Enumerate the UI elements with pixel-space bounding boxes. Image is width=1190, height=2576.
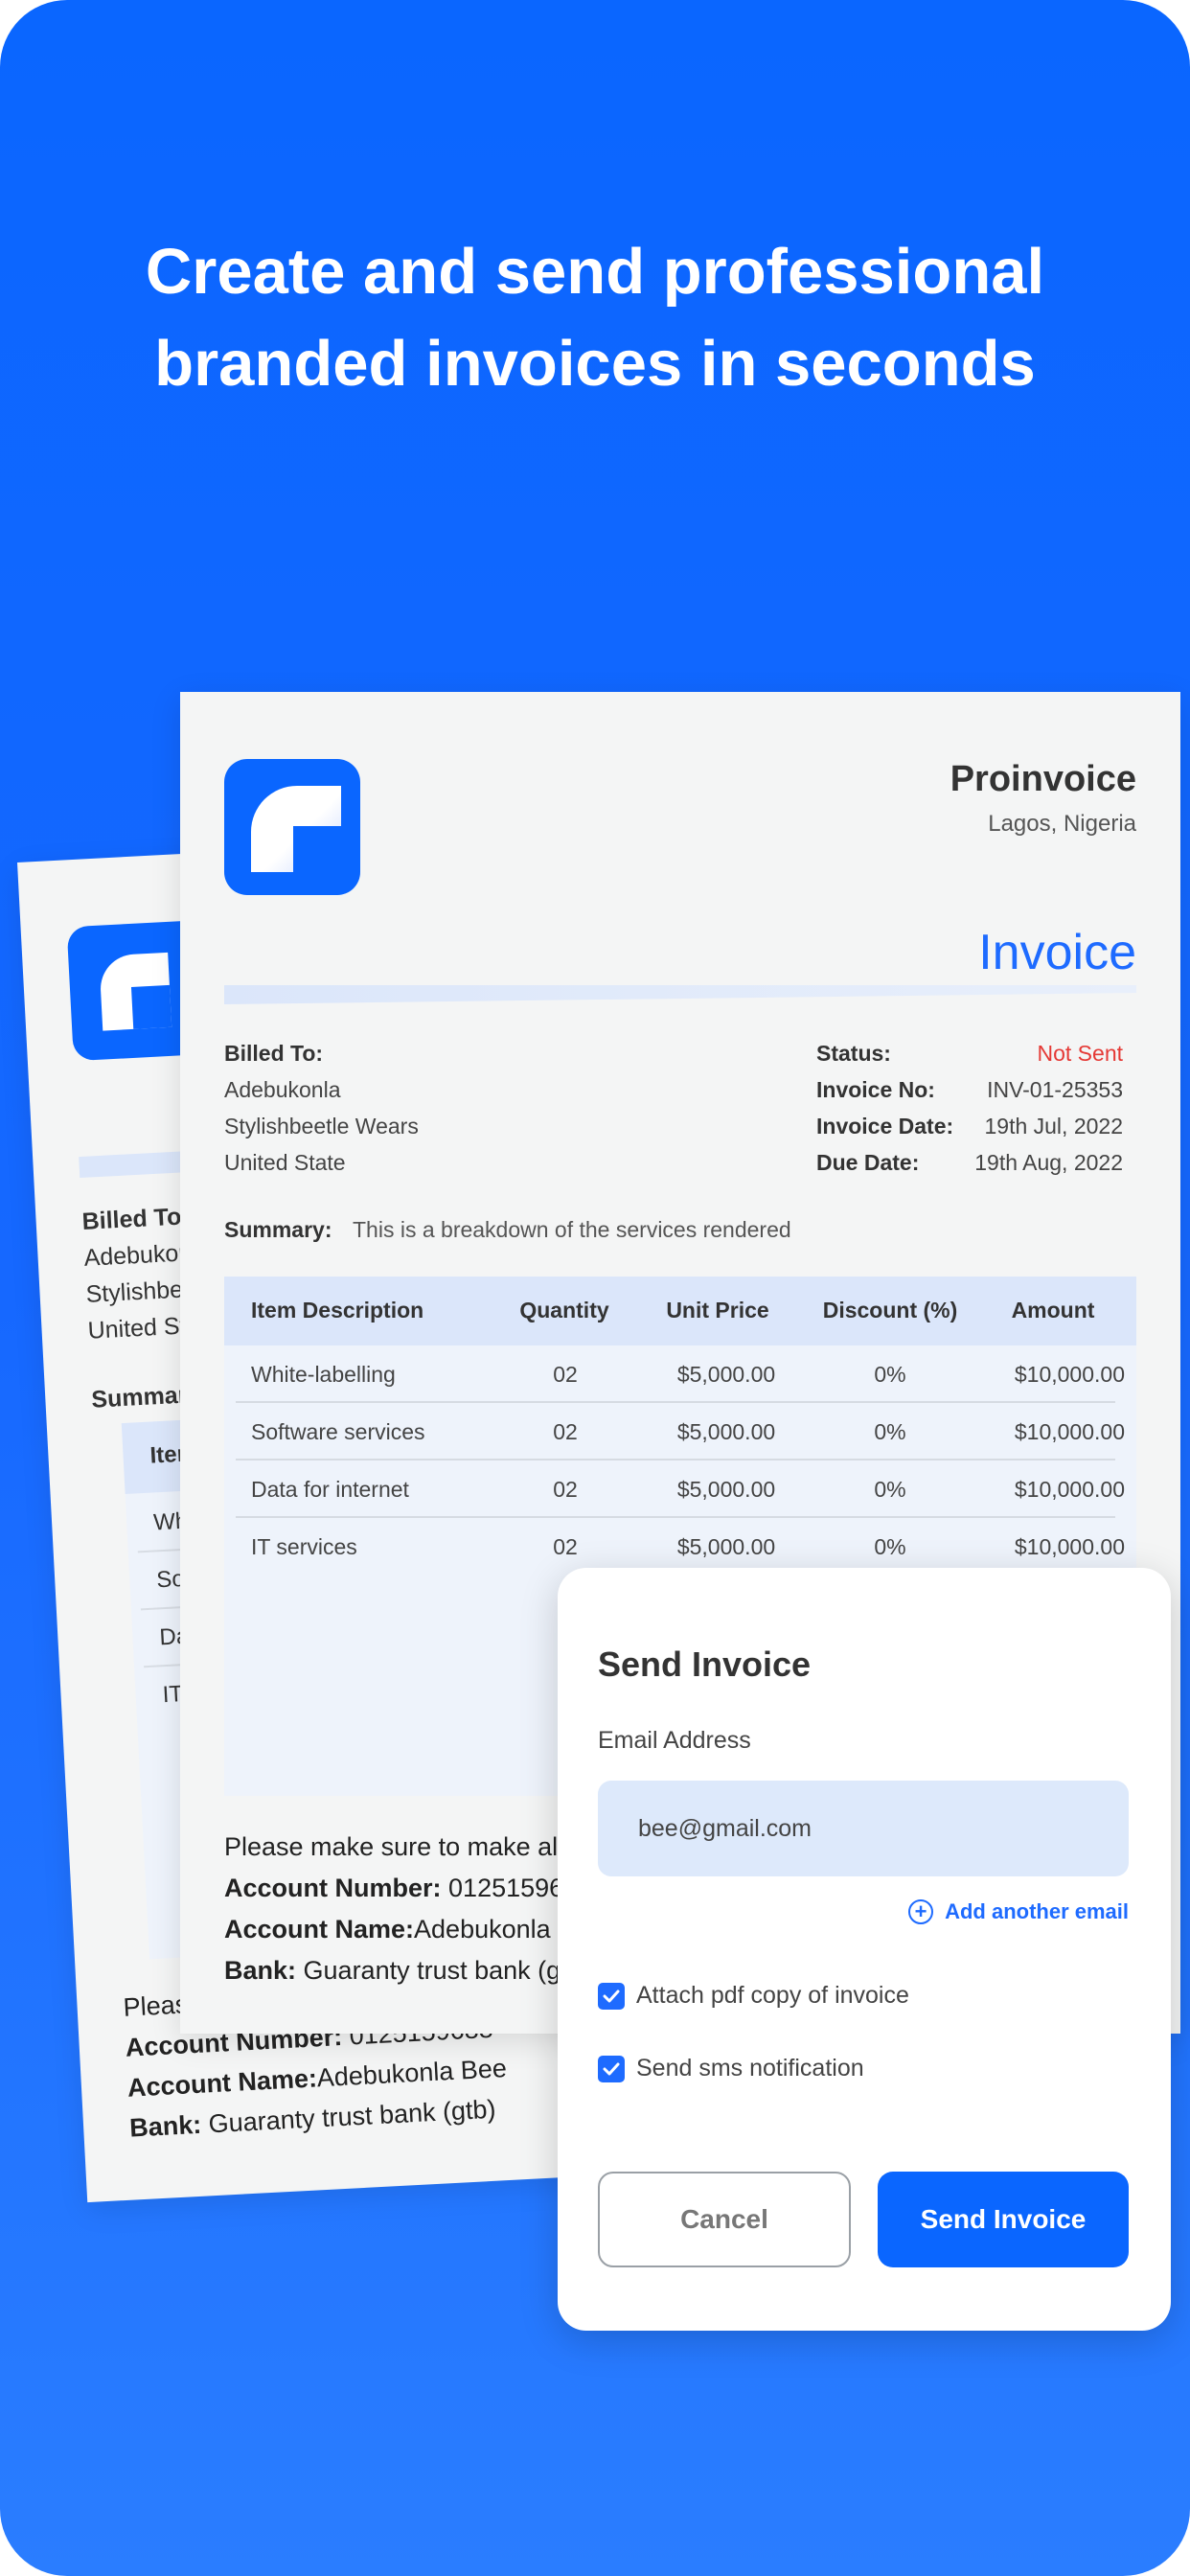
invoice-date: 19th Jul, 2022 (984, 1114, 1123, 1138)
headline: Create and send professional branded inv… (0, 226, 1190, 410)
sms-notification-checkbox[interactable]: Send sms notification (598, 2055, 864, 2082)
attach-pdf-checkbox[interactable]: Attach pdf copy of invoice (598, 1982, 909, 2010)
table-cell: 0% (874, 1419, 906, 1444)
back-account-name: Account Name:Adebukonla Bee (126, 2054, 508, 2103)
invoice-title: Invoice (978, 925, 1136, 980)
back-bank: Bank: Guaranty trust bank (gtb) (128, 2094, 497, 2143)
table-row: Software services 02 $5,000.00 0% $10,00… (224, 1403, 1136, 1460)
billed-to-name: Adebukonla (224, 1077, 341, 1102)
modal-title: Send Invoice (598, 1644, 812, 1684)
company-name: Proinvoice (950, 759, 1136, 799)
send-invoice-modal: Send Invoice Email Address + Add another… (558, 1568, 1171, 2331)
account-name: Account Name:Adebukonla Bee (224, 1915, 605, 1944)
back-billed-to-line: Adebukon (82, 1239, 193, 1272)
account-number: Account Number: 0125159688 (224, 1874, 593, 1902)
table-cell: 02 (553, 1477, 578, 1502)
plus-circle-icon: + (908, 1899, 934, 1924)
email-label: Email Address (598, 1727, 751, 1754)
checkmark-icon (598, 1982, 625, 2010)
cancel-button[interactable]: Cancel (598, 2172, 851, 2267)
table-cell: 0% (874, 1477, 906, 1502)
back-summary-label: Summar (90, 1381, 189, 1414)
payment-note: Please make sure to make all (224, 1832, 564, 1861)
summary-text: This is a breakdown of the services rend… (353, 1217, 791, 1242)
summary-label: Summary: (224, 1217, 332, 1242)
table-cell: $5,000.00 (676, 1534, 776, 1559)
due-date: 19th Aug, 2022 (974, 1150, 1123, 1175)
billed-to-country: United State (224, 1150, 346, 1175)
table-row: Data for internet 02 $5,000.00 0% $10,00… (224, 1460, 1136, 1518)
column-header: Item Description (251, 1298, 424, 1322)
status-label: Status: (816, 1041, 891, 1066)
column-header: Discount (%) (822, 1298, 958, 1322)
table-cell: 0% (874, 1362, 906, 1387)
table-cell: 0% (874, 1534, 906, 1559)
back-billed-to-line: United St (86, 1312, 188, 1345)
brand-logo-icon (224, 759, 360, 895)
table-cell: $5,000.00 (676, 1362, 776, 1387)
back-billed-to-label: Billed To: (80, 1203, 191, 1235)
table-cell: $10,000.00 (1014, 1534, 1125, 1559)
email-field[interactable] (598, 1781, 1129, 1876)
table-cell: $5,000.00 (676, 1419, 776, 1444)
table-cell: $5,000.00 (676, 1477, 776, 1502)
billed-to-label: Billed To: (224, 1041, 324, 1066)
app-screen: Create and send professional branded inv… (0, 0, 1190, 2576)
status-badge: Not Sent (1037, 1041, 1124, 1066)
headline-line-2: branded invoices in seconds (154, 328, 1036, 400)
sms-notification-label: Send sms notification (636, 2055, 864, 2082)
table-cell: White-labelling (251, 1362, 396, 1387)
billed-to-company: Stylishbeetle Wears (224, 1114, 419, 1138)
table-cell: 02 (553, 1534, 578, 1559)
headline-line-1: Create and send professional (145, 236, 1045, 308)
invoice-date-label: Invoice Date: (816, 1114, 954, 1138)
due-date-label: Due Date: (816, 1150, 920, 1175)
title-underline (224, 985, 1136, 1004)
add-another-email-link[interactable]: + Add another email (908, 1899, 1129, 1924)
add-another-email-label: Add another email (945, 1899, 1129, 1923)
table-row: IT services 02 $5,000.00 0% $10,000.00 (224, 1518, 1136, 1576)
invoice-number: INV-01-25353 (987, 1077, 1123, 1102)
table-cell: $10,000.00 (1014, 1477, 1125, 1502)
send-invoice-button[interactable]: Send Invoice (878, 2172, 1129, 2267)
table-cell: 02 (553, 1419, 578, 1444)
table-cell: IT services (251, 1534, 357, 1559)
attach-pdf-label: Attach pdf copy of invoice (636, 1982, 909, 2009)
table-cell: Software services (251, 1419, 425, 1444)
column-header: Amount (1011, 1298, 1095, 1322)
column-header: Unit Price (666, 1298, 769, 1322)
company-location: Lagos, Nigeria (988, 811, 1136, 837)
column-header: Quantity (519, 1298, 609, 1322)
table-cell: 02 (553, 1362, 578, 1387)
checkmark-icon (598, 2055, 625, 2082)
table-header: Item Description Quantity Unit Price Dis… (224, 1276, 1136, 1346)
table-cell: $10,000.00 (1014, 1419, 1125, 1444)
table-cell: $10,000.00 (1014, 1362, 1125, 1387)
table-cell: Data for internet (251, 1477, 409, 1502)
bank-name: Bank: Guaranty trust bank (gtb) (224, 1956, 591, 1985)
table-row: White-labelling 02 $5,000.00 0% $10,000.… (224, 1346, 1136, 1403)
invoice-number-label: Invoice No: (816, 1077, 935, 1102)
